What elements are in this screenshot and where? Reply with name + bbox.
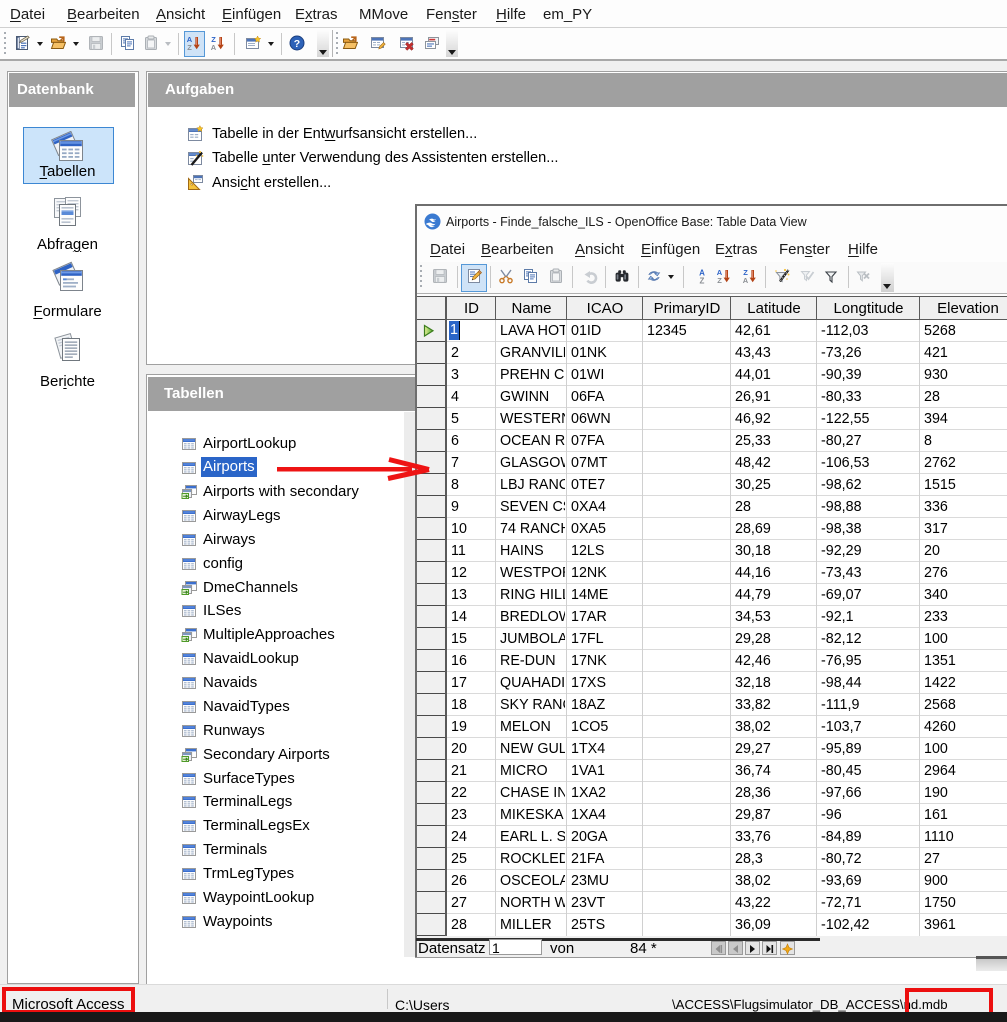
svg-text:Z: Z (700, 276, 705, 284)
svg-text:Z: Z (187, 43, 192, 51)
svg-text:?: ? (294, 38, 300, 50)
svg-text:A: A (211, 43, 217, 51)
svg-text:Z: Z (717, 276, 722, 284)
svg-text:A: A (743, 276, 749, 284)
